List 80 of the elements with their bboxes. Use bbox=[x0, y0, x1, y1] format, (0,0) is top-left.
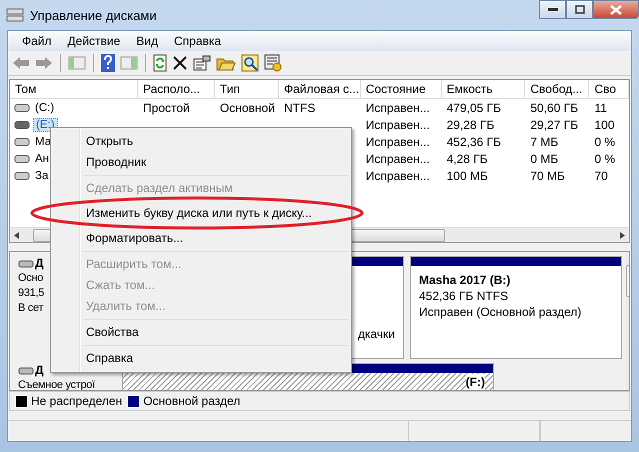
menu-item[interactable]: Вид bbox=[128, 34, 166, 48]
column-header[interactable]: Состояние bbox=[360, 80, 442, 98]
delete-icon[interactable] bbox=[172, 55, 188, 71]
table-cell: 100 МБ bbox=[446, 168, 488, 182]
scroll-right-icon[interactable] bbox=[620, 232, 625, 238]
table-cell: 50,60 ГБ bbox=[530, 100, 578, 114]
partition-title: (F:) bbox=[466, 374, 485, 390]
disk-info: Съемное устрої bbox=[18, 378, 95, 390]
table-cell: 29,27 ГБ bbox=[530, 118, 578, 132]
settings-icon[interactable] bbox=[264, 54, 282, 72]
legend-label: Не распределен bbox=[31, 394, 122, 408]
minimize-button[interactable] bbox=[539, 0, 566, 19]
volume-name[interactable]: За bbox=[33, 170, 50, 182]
table-cell: 11 bbox=[594, 100, 607, 114]
column-header[interactable]: Тип bbox=[214, 80, 279, 98]
close-button[interactable] bbox=[593, 0, 639, 19]
table-cell: 479,05 ГБ bbox=[446, 100, 502, 114]
table-cell: 7 МБ bbox=[530, 134, 558, 148]
table-cell: Простой bbox=[143, 100, 190, 114]
menu-item[interactable]: Свойства bbox=[53, 322, 349, 343]
table-cell: 0 % bbox=[594, 152, 616, 166]
drive-icon bbox=[18, 366, 34, 374]
legend-label: Основной раздел bbox=[143, 394, 240, 408]
drive-icon bbox=[14, 120, 30, 130]
disk-name: Д bbox=[35, 363, 44, 378]
table-cell: Исправен... bbox=[366, 168, 430, 182]
menu-item[interactable]: Справка bbox=[166, 34, 230, 48]
table-cell: Основной bbox=[220, 100, 275, 114]
disk-name: Д bbox=[35, 256, 44, 271]
properties-icon[interactable] bbox=[193, 55, 211, 71]
column-header[interactable]: Том bbox=[10, 80, 138, 98]
drive-icon bbox=[14, 136, 30, 146]
close-icon bbox=[610, 4, 622, 14]
table-cell: Исправен... bbox=[366, 100, 430, 114]
drive-icon bbox=[14, 102, 30, 112]
disk-info: Осно bbox=[18, 271, 44, 286]
maximize-button[interactable] bbox=[566, 0, 593, 19]
volume-name[interactable]: Ан bbox=[33, 152, 52, 164]
drive-icon bbox=[14, 154, 30, 164]
menu-item[interactable]: Действие bbox=[60, 34, 128, 48]
volume-name[interactable]: Ма bbox=[33, 136, 54, 148]
table-cell: Исправен... bbox=[366, 118, 430, 132]
window-title: Управление дисками bbox=[30, 8, 157, 22]
menu-item[interactable]: Проводник bbox=[53, 152, 349, 173]
partition-info: дкачки bbox=[358, 326, 395, 342]
column-header[interactable]: Файловая с... bbox=[279, 80, 361, 98]
table-cell: Исправен... bbox=[366, 152, 430, 166]
table-cell: 70 bbox=[594, 168, 608, 182]
table-cell: 70 МБ bbox=[530, 168, 565, 182]
minimize-icon bbox=[548, 8, 558, 12]
volume-name[interactable]: (C:) bbox=[33, 102, 56, 114]
search-icon[interactable] bbox=[241, 54, 259, 72]
table-cell: Исправен... bbox=[366, 134, 430, 148]
table-cell: 0 МБ bbox=[530, 152, 558, 166]
maximize-icon bbox=[574, 5, 584, 14]
table-cell: 452,36 ГБ bbox=[446, 134, 502, 148]
column-header[interactable]: Свобод... bbox=[525, 80, 590, 98]
menu-item[interactable]: Файл bbox=[14, 34, 60, 48]
disk-info: 931,5 bbox=[18, 286, 44, 301]
table-cell: 0 % bbox=[594, 134, 616, 148]
column-header[interactable]: Располо... bbox=[138, 80, 215, 98]
menu-item[interactable]: Форматировать... bbox=[53, 228, 349, 249]
column-header[interactable]: Емкость bbox=[442, 80, 526, 98]
refresh-icon[interactable] bbox=[153, 54, 167, 72]
column-header[interactable]: Сво bbox=[589, 80, 629, 98]
menu-item[interactable]: Открыть bbox=[53, 131, 349, 152]
table-cell: NTFS bbox=[284, 100, 316, 114]
drive-icon bbox=[14, 170, 30, 180]
disk-management-icon bbox=[6, 7, 24, 23]
disk-info: В сет bbox=[18, 301, 44, 316]
partition-title: Masha 2017 (B:) bbox=[419, 272, 510, 288]
partition[interactable]: Masha 2017 (B:) 452,36 ГБ NTFS Исправен (Основной раздел) bbox=[410, 256, 622, 359]
scroll-left-icon[interactable] bbox=[14, 232, 19, 238]
table-cell: 4,28 ГБ bbox=[446, 152, 488, 166]
partition-info: Исправен (Основной раздел) bbox=[419, 304, 582, 320]
help-icon[interactable] bbox=[101, 54, 115, 72]
table-cell: 100 bbox=[594, 118, 614, 132]
table-cell: 29,28 ГБ bbox=[446, 118, 494, 132]
drive-icon bbox=[18, 260, 34, 268]
partition-info: 452,36 ГБ NTFS bbox=[419, 288, 508, 304]
